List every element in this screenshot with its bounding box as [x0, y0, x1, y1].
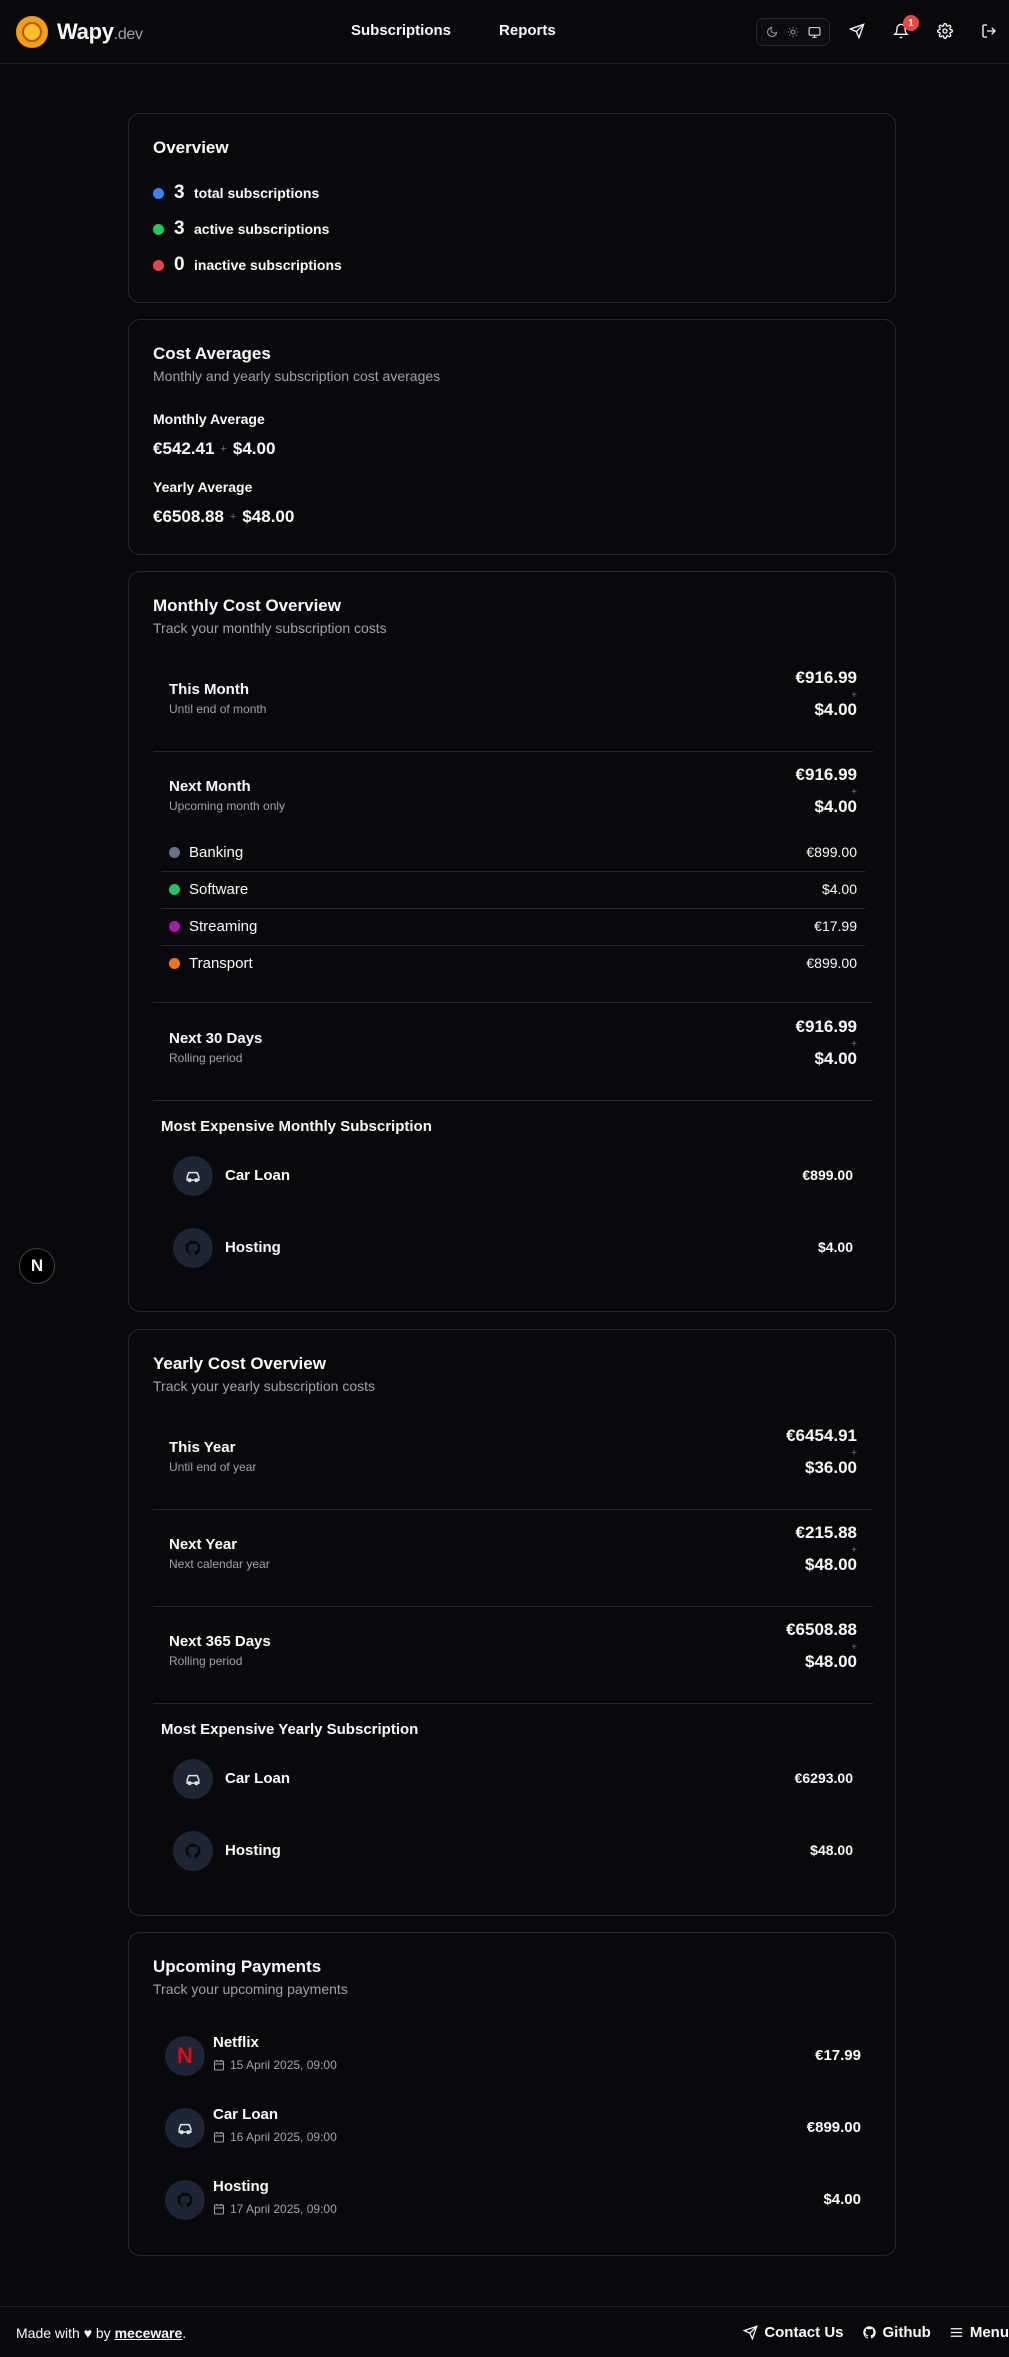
overview-card: Overview 3 total subscriptions 3 active … — [128, 113, 896, 303]
most-expensive-yearly-item[interactable]: Hosting $48.00 — [173, 1831, 853, 1871]
yearly-subtitle: Track your yearly subscription costs — [153, 1378, 375, 1394]
netflix-icon: N — [165, 2036, 205, 2076]
calendar-icon — [214, 2132, 224, 2143]
footer-links: Contact Us Github Menu — [743, 2324, 1009, 2341]
total-dot — [153, 187, 164, 199]
car-icon — [173, 1156, 213, 1196]
car-icon — [173, 1759, 213, 1799]
monthly-subtitle: Track your monthly subscription costs — [153, 620, 387, 636]
next-30-days-row: Next 30 Days Rolling period €916.99 + $4… — [169, 1017, 857, 1068]
monthly-title: Monthly Cost Overview — [153, 596, 341, 615]
overview-active: 3 active subscriptions — [153, 218, 329, 240]
payment-item-hosting[interactable]: Hosting 17 April 2025, 09:00 $4.00 — [165, 2178, 861, 2220]
averages-title: Cost Averages — [153, 344, 271, 363]
footer-credit: Made with ♥ by meceware. — [16, 2325, 187, 2341]
brand-logo[interactable]: Wapy.dev — [16, 16, 143, 48]
total-label: total subscriptions — [194, 185, 320, 201]
upcoming-subtitle: Track your upcoming payments — [153, 1981, 348, 1997]
upcoming-title: Upcoming Payments — [153, 1957, 322, 1976]
upcoming-payments-card: Upcoming Payments Track your upcoming pa… — [128, 1932, 896, 2256]
github-icon — [173, 1831, 213, 1871]
yearly-average-value: €6508.88 + $48.00 — [153, 507, 295, 526]
notification-count: 1 — [903, 15, 919, 31]
inactive-count: 0 — [174, 254, 185, 275]
nav-reports[interactable]: Reports — [499, 22, 556, 39]
this-year-row: This Year Until end of year €6454.91 + $… — [169, 1426, 857, 1477]
category-transport: Transport €899.00 — [161, 945, 865, 982]
inactive-label: inactive subscriptions — [194, 257, 342, 273]
active-dot — [153, 223, 164, 235]
menu-icon — [950, 2328, 962, 2337]
monitor-icon[interactable] — [805, 23, 823, 41]
car-icon — [165, 2108, 205, 2148]
calendar-icon — [214, 2060, 224, 2071]
monthly-average-label: Monthly Average — [153, 411, 265, 427]
averages-subtitle: Monthly and yearly subscription cost ave… — [153, 368, 441, 384]
app-header: Wapy.dev Subscriptions Reports 1 — [0, 0, 1009, 64]
most-expensive-yearly-title: Most Expensive Yearly Subscription — [161, 1721, 419, 1738]
most-expensive-monthly-title: Most Expensive Monthly Subscription — [161, 1118, 432, 1135]
gear-icon[interactable] — [934, 20, 956, 42]
main-nav: Subscriptions Reports — [351, 22, 556, 39]
total-count: 3 — [174, 182, 185, 203]
monthly-average-value: €542.41 + $4.00 — [153, 439, 276, 458]
send-icon — [743, 2325, 759, 2340]
github-link[interactable]: Github — [862, 2324, 931, 2341]
nav-subscriptions[interactable]: Subscriptions — [351, 22, 451, 39]
github-icon — [165, 2180, 205, 2220]
github-icon — [173, 1228, 213, 1268]
payment-item-car-loan[interactable]: Car Loan 16 April 2025, 09:00 €899.00 — [165, 2106, 861, 2148]
calendar-icon — [214, 2204, 224, 2215]
this-month-row: This Month Until end of month €916.99 + … — [169, 668, 857, 719]
overview-inactive: 0 inactive subscriptions — [153, 254, 342, 276]
most-expensive-monthly-item[interactable]: Car Loan €899.00 — [173, 1156, 853, 1196]
category-banking: Banking €899.00 — [161, 834, 865, 871]
logo-icon — [16, 16, 48, 48]
menu-button[interactable]: Menu — [949, 2324, 1009, 2341]
active-label: active subscriptions — [194, 221, 330, 237]
most-expensive-yearly-item[interactable]: Car Loan €6293.00 — [173, 1759, 853, 1799]
overview-total: 3 total subscriptions — [153, 182, 319, 204]
dev-indicator-badge[interactable]: N — [19, 1248, 55, 1284]
next-month-row: Next Month Upcoming month only €916.99 +… — [169, 765, 857, 816]
yearly-average-label: Yearly Average — [153, 479, 253, 495]
yearly-overview-card: Yearly Cost Overview Track your yearly s… — [128, 1329, 896, 1916]
contact-us-link[interactable]: Contact Us — [743, 2324, 844, 2341]
theme-toggle — [756, 18, 830, 46]
app-footer: Made with ♥ by meceware. Contact Us Gith… — [0, 2306, 1009, 2357]
next-365-days-row: Next 365 Days Rolling period €6508.88 + … — [169, 1620, 857, 1671]
yearly-title: Yearly Cost Overview — [153, 1354, 326, 1373]
logout-icon[interactable] — [978, 20, 1000, 42]
active-count: 3 — [174, 218, 185, 239]
category-software: Software $4.00 — [161, 871, 865, 908]
sun-icon[interactable] — [784, 23, 802, 41]
most-expensive-monthly-item[interactable]: Hosting $4.00 — [173, 1228, 853, 1268]
author-link[interactable]: meceware — [115, 2325, 183, 2341]
moon-icon[interactable] — [763, 23, 781, 41]
monthly-overview-card: Monthly Cost Overview Track your monthly… — [128, 571, 896, 1312]
github-icon — [862, 2326, 876, 2339]
category-streaming: Streaming €17.99 — [161, 908, 865, 945]
brand-name: Wapy.dev — [57, 19, 143, 44]
send-icon[interactable] — [846, 20, 868, 42]
next-year-row: Next Year Next calendar year €215.88 + $… — [169, 1523, 857, 1574]
payment-item-netflix[interactable]: N Netflix 15 April 2025, 09:00 €17.99 — [165, 2034, 861, 2076]
inactive-dot — [153, 259, 164, 271]
overview-title: Overview — [153, 138, 229, 157]
cost-averages-card: Cost Averages Monthly and yearly subscri… — [128, 319, 896, 555]
